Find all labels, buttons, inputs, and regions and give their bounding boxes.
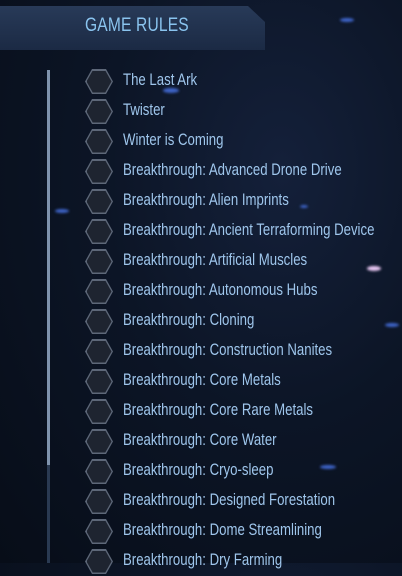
rule-label: Breakthrough: Core Metals — [123, 371, 281, 389]
rule-item-dry-farming[interactable]: Breakthrough: Dry Farming — [0, 546, 402, 576]
rule-label: Breakthrough: Core Rare Metals — [123, 401, 314, 419]
rule-item-construction-nanites[interactable]: Breakthrough: Construction Nanites — [0, 336, 402, 366]
hexagon-icon — [85, 69, 113, 94]
rule-label: Breakthrough: Ancient Terraforming Devic… — [123, 221, 375, 239]
rule-label: Breakthrough: Construction Nanites — [123, 341, 333, 359]
hexagon-icon — [85, 339, 113, 364]
rule-label: Breakthrough: Dry Farming — [123, 551, 283, 569]
rule-label: Breakthrough: Core Water — [123, 431, 277, 449]
rule-label: Breakthrough: Advanced Drone Drive — [123, 161, 342, 179]
rule-item-designed-forestation[interactable]: Breakthrough: Designed Forestation — [0, 486, 402, 516]
hexagon-icon — [85, 549, 113, 574]
hexagon-icon — [85, 189, 113, 214]
game-rules-list: The Last Ark Twister Winter is Coming Br… — [0, 66, 402, 576]
background-star — [340, 18, 354, 22]
rule-item-ancient-terraforming-device[interactable]: Breakthrough: Ancient Terraforming Devic… — [0, 216, 402, 246]
rule-label: The Last Ark — [123, 71, 198, 89]
hexagon-icon — [85, 369, 113, 394]
hexagon-icon — [85, 159, 113, 184]
rule-item-core-rare-metals[interactable]: Breakthrough: Core Rare Metals — [0, 396, 402, 426]
rule-item-the-last-ark[interactable]: The Last Ark — [0, 66, 402, 96]
rule-item-core-water[interactable]: Breakthrough: Core Water — [0, 426, 402, 456]
rule-label: Winter is Coming — [123, 131, 224, 149]
header-bar: GAME RULES — [0, 6, 265, 50]
hexagon-icon — [85, 399, 113, 424]
rule-label: Breakthrough: Cloning — [123, 311, 255, 329]
rule-label: Breakthrough: Autonomous Hubs — [123, 281, 318, 299]
rule-label: Breakthrough: Alien Imprints — [123, 191, 289, 209]
rule-item-artificial-muscles[interactable]: Breakthrough: Artificial Muscles — [0, 246, 402, 276]
rule-label: Breakthrough: Artificial Muscles — [123, 251, 308, 269]
hexagon-icon — [85, 489, 113, 514]
rule-item-cryo-sleep[interactable]: Breakthrough: Cryo-sleep — [0, 456, 402, 486]
hexagon-icon — [85, 99, 113, 124]
rule-label: Breakthrough: Designed Forestation — [123, 491, 336, 509]
rule-item-dome-streamlining[interactable]: Breakthrough: Dome Streamlining — [0, 516, 402, 546]
hexagon-icon — [85, 429, 113, 454]
hexagon-icon — [85, 459, 113, 484]
rule-label: Twister — [123, 101, 165, 119]
rule-item-winter-is-coming[interactable]: Winter is Coming — [0, 126, 402, 156]
rule-label: Breakthrough: Cryo-sleep — [123, 461, 274, 479]
rule-item-autonomous-hubs[interactable]: Breakthrough: Autonomous Hubs — [0, 276, 402, 306]
rule-item-alien-imprints[interactable]: Breakthrough: Alien Imprints — [0, 186, 402, 216]
hexagon-icon — [85, 219, 113, 244]
hexagon-icon — [85, 309, 113, 334]
rule-item-advanced-drone-drive[interactable]: Breakthrough: Advanced Drone Drive — [0, 156, 402, 186]
rule-item-twister[interactable]: Twister — [0, 96, 402, 126]
page-title: GAME RULES — [85, 15, 189, 36]
rule-label: Breakthrough: Dome Streamlining — [123, 521, 322, 539]
hexagon-icon — [85, 519, 113, 544]
hexagon-icon — [85, 249, 113, 274]
rule-item-core-metals[interactable]: Breakthrough: Core Metals — [0, 366, 402, 396]
hexagon-icon — [85, 129, 113, 154]
hexagon-icon — [85, 279, 113, 304]
rule-item-cloning[interactable]: Breakthrough: Cloning — [0, 306, 402, 336]
